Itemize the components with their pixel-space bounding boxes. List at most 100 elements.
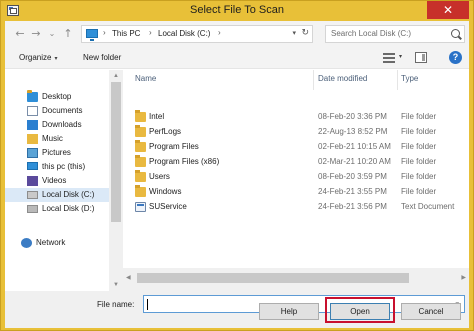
file-row[interactable]: Program Files (x86) 02-Mar-21 10:20 AM F… — [123, 155, 469, 170]
nav-item-pictures[interactable]: Pictures — [5, 146, 109, 160]
nav-item-documents[interactable]: Documents — [5, 104, 109, 118]
organize-button[interactable]: Organize ▾ — [19, 53, 57, 62]
downloads-icon — [27, 120, 38, 130]
nav-item-local-disk-d[interactable]: Local Disk (D:) — [5, 202, 109, 216]
help-button[interactable]: Help — [259, 303, 319, 320]
column-header-date[interactable]: Date modified — [318, 74, 367, 83]
folder-icon — [135, 110, 146, 122]
horizontal-scrollbar[interactable]: ◀ ▶ — [123, 268, 469, 291]
window-title: Select File To Scan — [190, 4, 284, 16]
nav-item-local-disk-c[interactable]: Local Disk (C:) — [5, 188, 109, 202]
nav-item-music[interactable]: Music — [5, 132, 109, 146]
drive-icon — [27, 191, 38, 199]
scroll-down-icon[interactable]: ▼ — [113, 282, 119, 288]
file-type: File folder — [401, 157, 437, 166]
file-name: Windows — [149, 187, 182, 196]
nav-item-label: Music — [42, 134, 63, 143]
file-name: Program Files (x86) — [149, 157, 220, 166]
close-button[interactable]: ✕ — [427, 1, 469, 19]
nav-item-network[interactable]: Network — [5, 236, 109, 250]
breadcrumb-separator: › — [103, 28, 106, 37]
scroll-thumb[interactable] — [111, 82, 121, 222]
nav-item-desktop[interactable]: Desktop — [5, 90, 109, 104]
file-row[interactable]: Users 08-Feb-20 3:59 PM File folder — [123, 170, 469, 185]
file-type: File folder — [401, 112, 437, 121]
file-date: 22-Aug-13 8:52 PM — [318, 127, 388, 136]
file-type: File folder — [401, 172, 437, 181]
scroll-up-icon[interactable]: ▲ — [113, 73, 119, 79]
folder-icon — [135, 140, 146, 152]
folder-icon — [135, 185, 146, 197]
scroll-left-icon[interactable]: ◀ — [126, 274, 131, 281]
drive-icon — [27, 205, 38, 213]
folder-icon — [135, 155, 146, 167]
column-header-type[interactable]: Type — [401, 74, 418, 83]
column-divider[interactable] — [397, 70, 398, 90]
search-placeholder: Search Local Disk (C:) — [331, 29, 412, 38]
file-row[interactable]: Windows 24-Feb-21 3:55 PM File folder — [123, 185, 469, 200]
address-row: ← → ⌄ ↑ › This PC › Local Disk (C:) › ▾ … — [5, 21, 469, 47]
chevron-down-icon: ▾ — [54, 56, 58, 62]
folder-icon — [135, 125, 146, 137]
new-folder-button[interactable]: New folder — [83, 53, 121, 62]
bottom-panel: File name: ▾ — [5, 291, 469, 328]
file-type: File folder — [401, 127, 437, 136]
back-arrow-icon[interactable]: ← — [13, 27, 27, 41]
desktop-icon — [27, 90, 38, 102]
nav-item-label: Local Disk (C:) — [42, 190, 95, 199]
breadcrumb-separator: › — [149, 28, 152, 37]
breadcrumb-this-pc[interactable]: This PC — [112, 29, 140, 38]
search-input[interactable]: Search Local Disk (C:) — [325, 25, 465, 43]
open-button-highlight — [325, 297, 395, 323]
forward-arrow-icon[interactable]: → — [29, 27, 43, 41]
computer-icon — [27, 162, 38, 170]
file-date: 08-Feb-20 3:59 PM — [318, 172, 387, 181]
nav-item-videos[interactable]: Videos — [5, 174, 109, 188]
file-name: SUService — [149, 202, 187, 211]
address-dropdown-icon[interactable]: ▾ — [292, 29, 296, 37]
nav-item-label: Downloads — [42, 120, 82, 129]
nav-item-label: Videos — [42, 176, 67, 185]
refresh-icon[interactable]: ↻ — [301, 28, 309, 38]
file-date: 24-Feb-21 3:56 PM — [318, 202, 387, 211]
recent-locations-icon[interactable]: ⌄ — [45, 27, 59, 41]
up-arrow-icon[interactable]: ↑ — [61, 27, 75, 41]
breadcrumb-local-disk-c[interactable]: Local Disk (C:) — [158, 29, 210, 38]
help-icon[interactable]: ? — [449, 51, 462, 64]
view-options-chevron-icon[interactable]: ▾ — [399, 53, 402, 60]
music-icon — [27, 134, 38, 144]
search-icon — [451, 29, 460, 38]
document-icon — [135, 202, 146, 212]
file-name: PerfLogs — [149, 127, 182, 136]
nav-item-label: this pc (this) — [42, 162, 86, 171]
nav-item-label: Network — [36, 238, 66, 247]
preview-pane-icon[interactable] — [415, 52, 427, 63]
nav-item-label: Desktop — [42, 92, 72, 101]
toolbar: Organize ▾ New folder ▾ ? — [5, 47, 469, 69]
file-row[interactable]: Program Files 02-Feb-21 10:15 AM File fo… — [123, 140, 469, 155]
scroll-thumb[interactable] — [137, 273, 409, 283]
file-row[interactable]: SUService 24-Feb-21 3:56 PM Text Documen… — [123, 200, 469, 215]
text-caret — [147, 299, 148, 310]
change-view-icon[interactable] — [383, 53, 395, 63]
column-header-name[interactable]: Name — [135, 74, 156, 83]
file-date: 08-Feb-20 3:36 PM — [318, 112, 387, 121]
organize-label: Organize — [19, 53, 52, 62]
title-bar[interactable]: Select File To Scan ✕ — [1, 1, 473, 21]
nav-item-downloads[interactable]: Downloads — [5, 118, 109, 132]
nav-item-this-pc[interactable]: this pc (this) — [5, 160, 109, 174]
file-date: 24-Feb-21 3:55 PM — [318, 187, 387, 196]
cancel-button[interactable]: Cancel — [401, 303, 461, 320]
navigation-pane: Desktop Documents Downloads Music Pictur… — [5, 70, 109, 272]
folder-icon — [135, 170, 146, 182]
documents-icon — [27, 106, 38, 116]
file-name: Program Files — [149, 142, 199, 151]
nav-scrollbar[interactable]: ▲ ▼ — [109, 70, 123, 291]
file-date: 02-Mar-21 10:20 AM — [318, 157, 391, 166]
file-row[interactable]: PerfLogs 22-Aug-13 8:52 PM File folder — [123, 125, 469, 140]
address-bar[interactable]: › This PC › Local Disk (C:) › ▾ ↻ — [81, 25, 313, 43]
column-divider[interactable] — [313, 70, 314, 90]
nav-item-label: Documents — [42, 106, 83, 115]
scroll-right-icon[interactable]: ▶ — [461, 274, 466, 281]
file-row[interactable]: Intel 08-Feb-20 3:36 PM File folder — [123, 110, 469, 125]
